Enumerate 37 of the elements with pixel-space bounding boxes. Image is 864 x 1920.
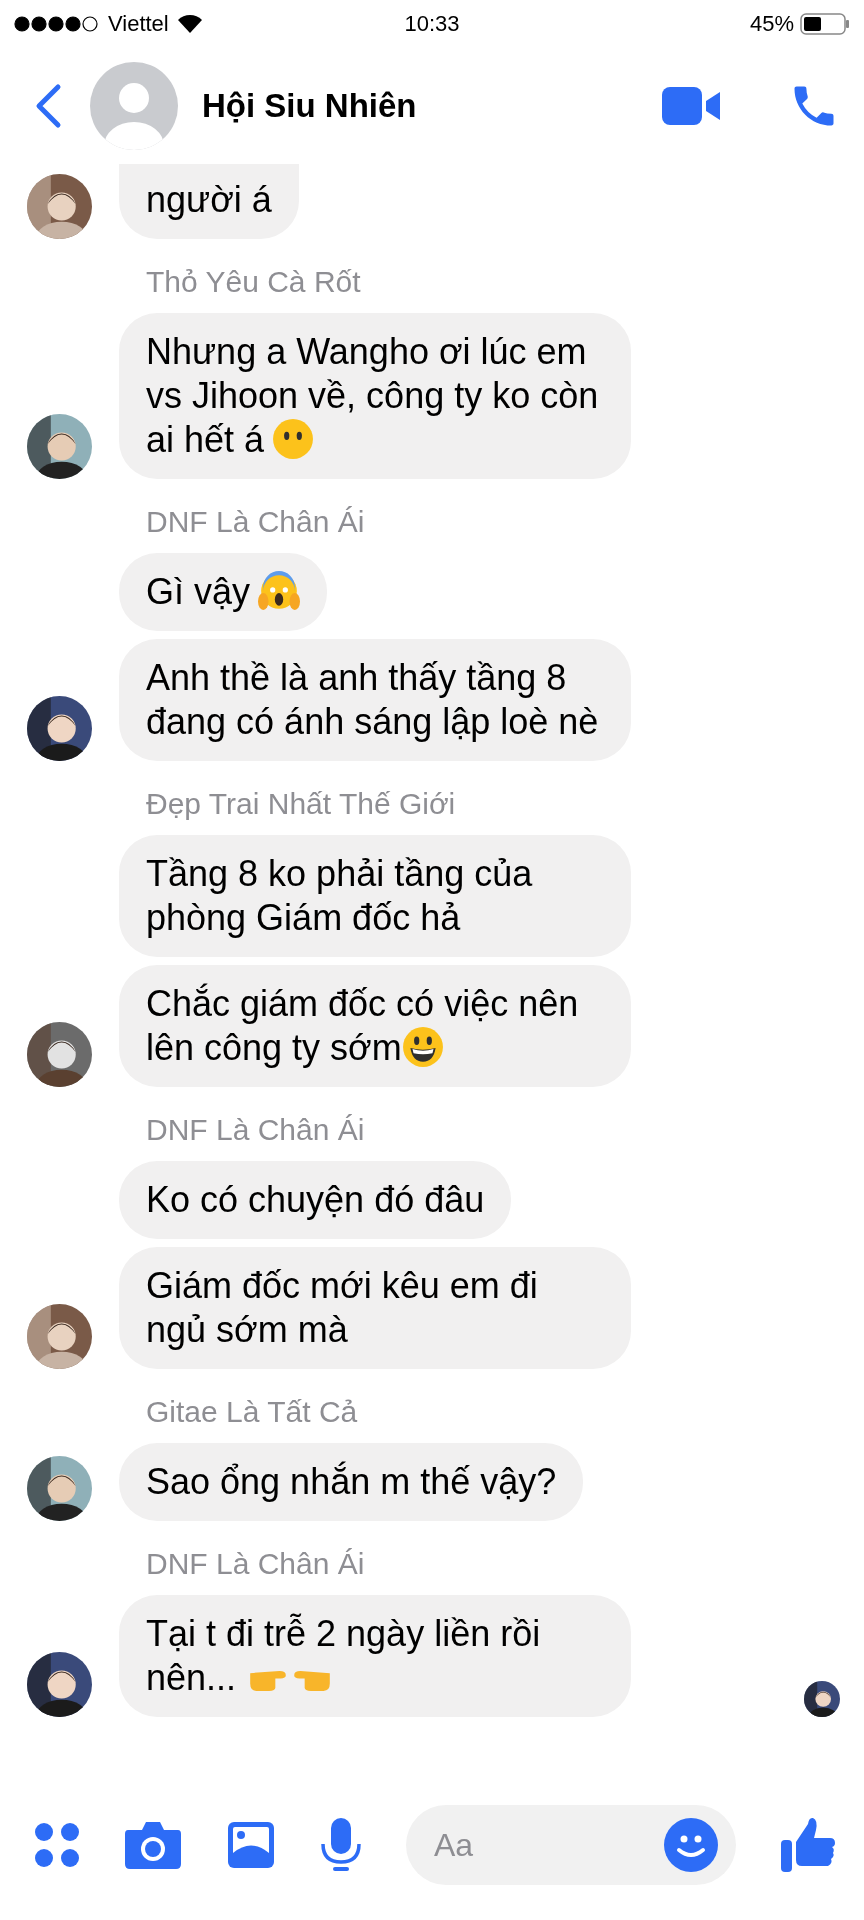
message-field[interactable]: Aa [432, 1825, 636, 1865]
battery-percent: 45% [749, 11, 794, 37]
sender-name: Thỏ Yêu Cà Rốt [145, 265, 361, 299]
message-bubble: người á [119, 164, 299, 239]
message-bubble: Chắc giám đốc có việc nên lên công ty sớm [119, 965, 631, 1087]
sender-name: DNF Là Chân Ái [145, 1547, 365, 1581]
signal-icon [14, 16, 100, 32]
microphone-button[interactable] [320, 1817, 362, 1873]
pointing-hands-icon [250, 1670, 331, 1692]
sender-name: Gitae Là Tất Cả [145, 1395, 358, 1429]
back-button[interactable] [34, 83, 62, 129]
message-bubble: Nhưng a Wangho ơi lúc em vs Jihoon về, công ty ko còn ai hết á [119, 313, 631, 479]
more-options-button[interactable] [34, 1822, 80, 1868]
grinning-face-icon [401, 1026, 444, 1068]
message-bubble: Anh thề là anh thấy tầng 8 đang có ánh sáng lập loè nè [119, 639, 631, 761]
like-button[interactable] [780, 1816, 836, 1874]
sender-name: Đẹp Trai Nhất Thế Giới [145, 787, 456, 821]
sender-name: DNF Là Chân Ái [145, 1113, 365, 1147]
message-bubble: Sao ổng nhắn m thế vậy? [119, 1443, 584, 1521]
sender-name: DNF Là Chân Ái [145, 505, 365, 539]
no-mouth-face-icon [272, 418, 315, 460]
gallery-button[interactable] [226, 1820, 276, 1870]
carrier-name: Viettel [108, 11, 169, 37]
chat-title: Hội Siu Nhiên [202, 87, 418, 125]
message-bubble: Ko có chuyện đó đâu [119, 1161, 512, 1239]
message-bubble: Giám đốc mới kêu em đi ngủ sớm mà [119, 1247, 631, 1369]
message-bubble: Gì vậy [119, 553, 328, 631]
message-bar[interactable]: Aa [406, 1805, 736, 1885]
screaming-face-icon [258, 570, 301, 612]
battery-icon [800, 13, 850, 35]
video-call-button[interactable] [662, 85, 722, 127]
message-bubble: Tầng 8 ko phải tầng của phòng Giám đốc hả [119, 835, 631, 957]
camera-button[interactable] [124, 1820, 182, 1870]
message-bubble: Tại t đi trễ 2 ngày liền rồi nên... [119, 1595, 631, 1717]
wifi-icon [176, 14, 203, 34]
smiley-icon[interactable] [664, 1818, 718, 1872]
status-time: 10:33 [404, 11, 460, 37]
